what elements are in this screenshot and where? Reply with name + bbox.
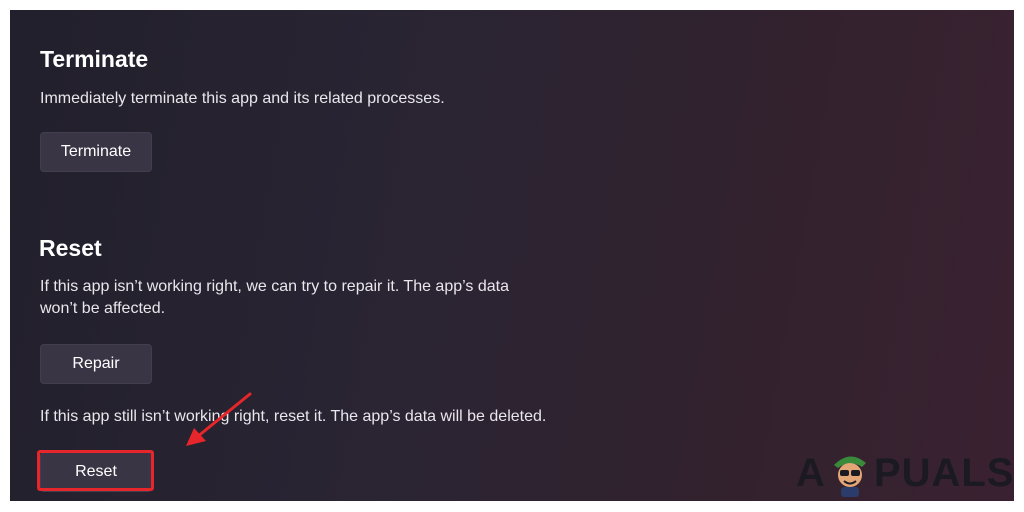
terminate-button[interactable]: Terminate bbox=[40, 132, 152, 172]
repair-button[interactable]: Repair bbox=[40, 344, 152, 384]
appuals-watermark: A PUALS bbox=[796, 448, 1014, 498]
repair-description-line1: If this app isn’t working right, we can … bbox=[40, 278, 509, 295]
terminate-description: Immediately terminate this app and its r… bbox=[40, 90, 445, 107]
reset-description: If this app still isn’t working right, r… bbox=[40, 408, 547, 425]
watermark-text: PUALS bbox=[873, 450, 1014, 495]
reset-heading: Reset bbox=[39, 235, 102, 261]
terminate-heading: Terminate bbox=[40, 46, 149, 72]
settings-panel: Terminate Immediately terminate this app… bbox=[10, 10, 1014, 501]
watermark-letter-a: A bbox=[796, 450, 826, 495]
mascot-logo-icon bbox=[833, 456, 866, 497]
repair-description-line2: won’t be affected. bbox=[40, 300, 166, 317]
reset-highlight-box bbox=[37, 450, 154, 491]
